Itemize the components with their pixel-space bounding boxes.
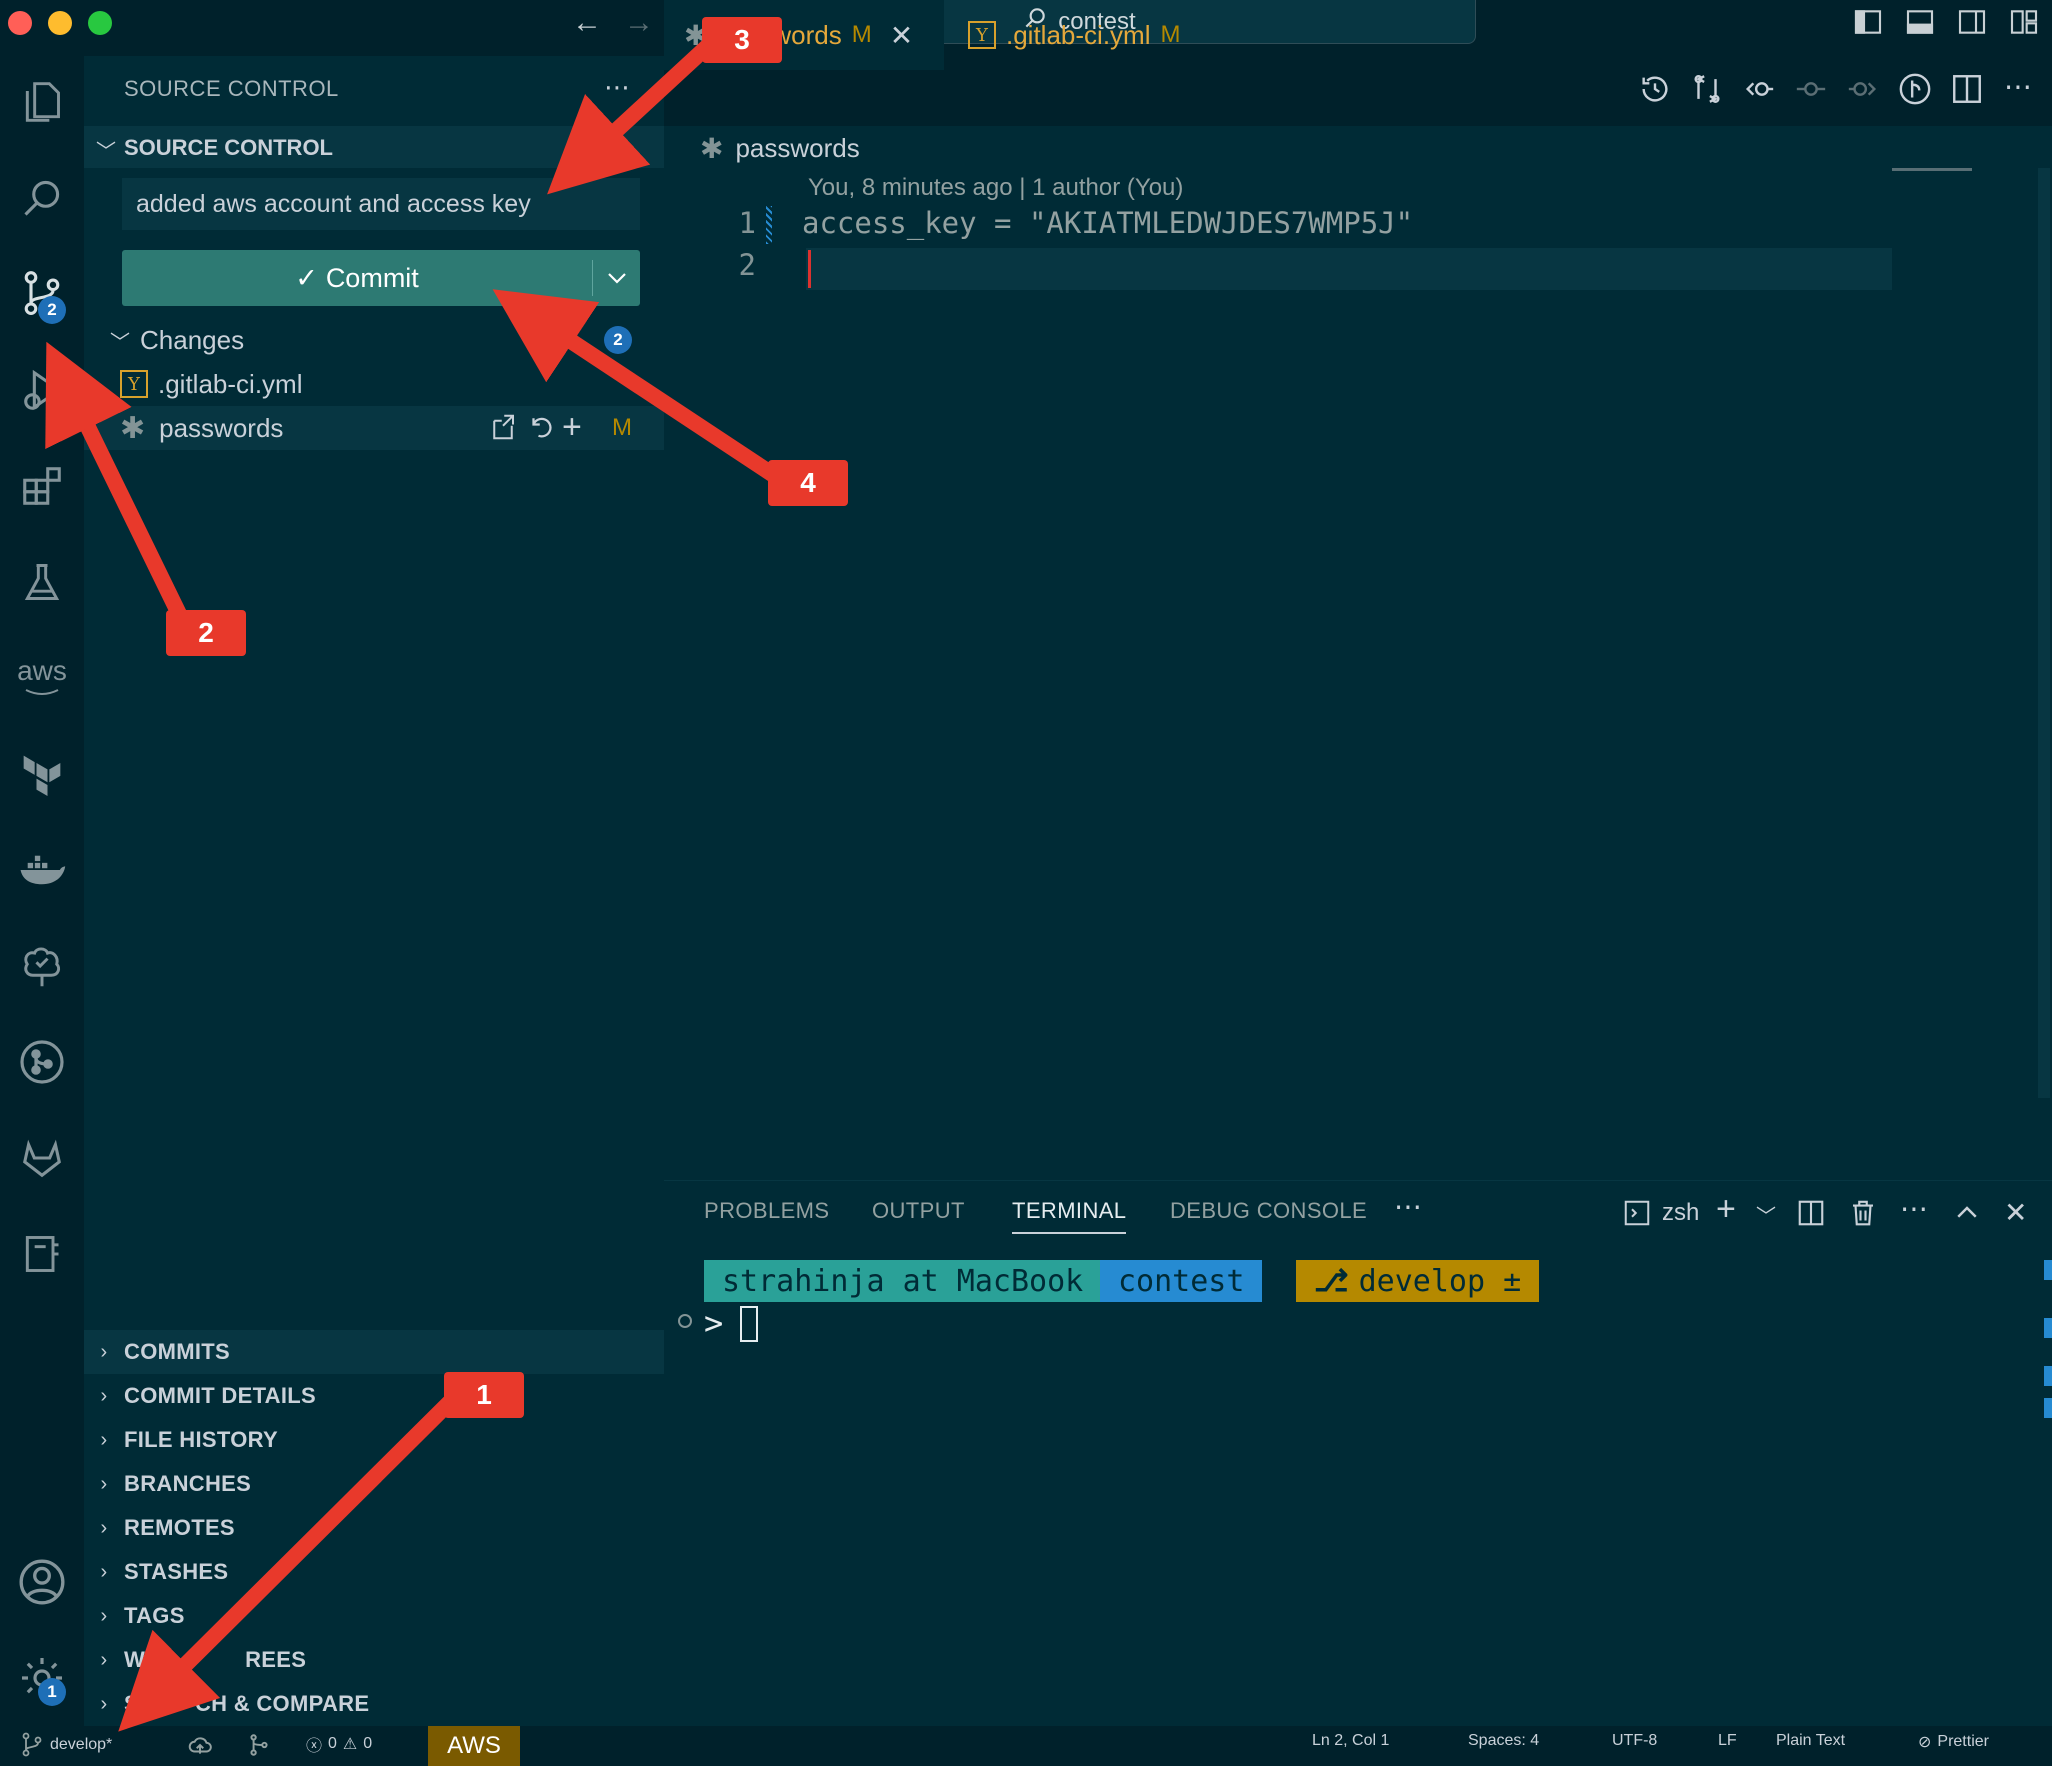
callout-1: 1 <box>444 1372 524 1418</box>
callout-3: 3 <box>702 17 782 63</box>
arrow-1 <box>118 1394 458 1732</box>
arrow-4 <box>492 289 783 485</box>
callout-4: 4 <box>768 460 848 506</box>
arrow-3 <box>547 38 716 195</box>
arrow-2 <box>45 341 190 624</box>
callout-2: 2 <box>166 610 246 656</box>
annotation-arrows <box>45 38 783 1732</box>
